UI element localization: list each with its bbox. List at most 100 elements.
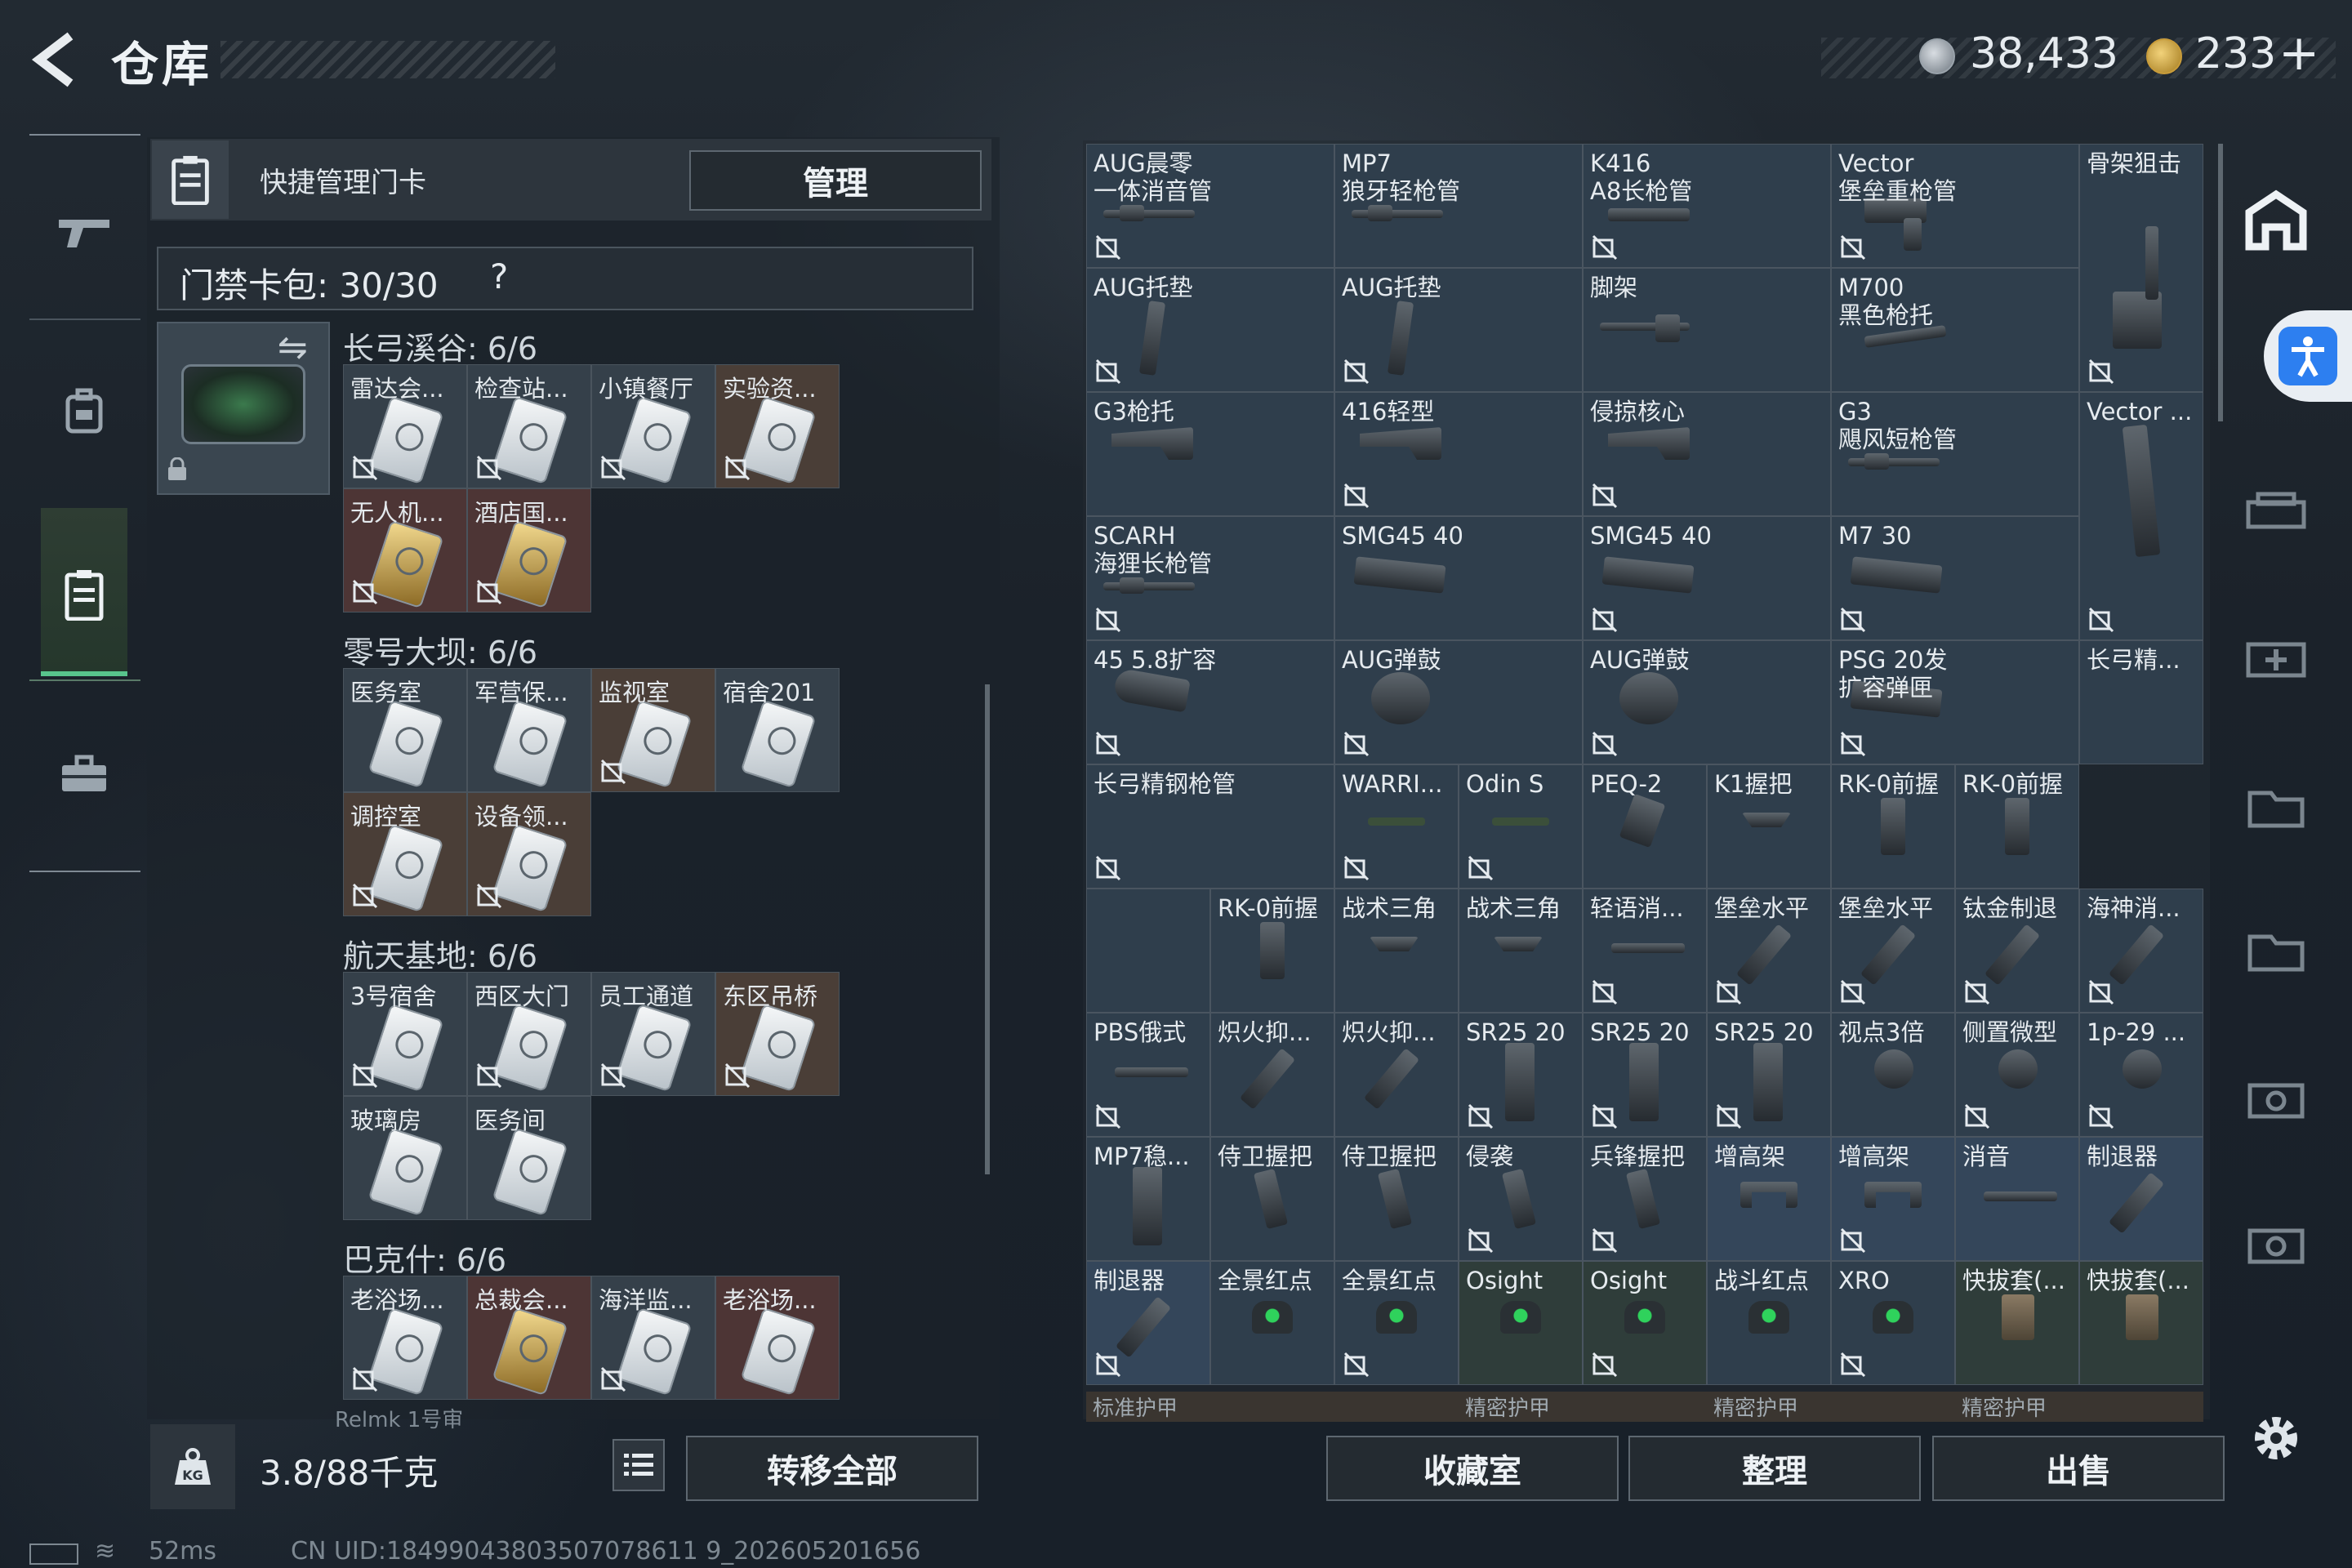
- item-slot[interactable]: 脚架: [1583, 268, 1831, 392]
- item-slot-partial[interactable]: [1831, 1392, 1955, 1422]
- item-slot[interactable]: 全景红点: [1334, 1261, 1459, 1385]
- item-slot[interactable]: 快拔套(...: [2079, 1261, 2203, 1385]
- item-slot[interactable]: XRO: [1831, 1261, 1955, 1385]
- keycard-slot[interactable]: 检查站...: [467, 364, 591, 488]
- warehouse-home-icon[interactable]: [2241, 185, 2311, 255]
- item-slot[interactable]: 长弓精...: [2079, 640, 2203, 764]
- item-slot[interactable]: PEQ-2: [1583, 764, 1707, 889]
- keycard-slot[interactable]: 无人机...: [343, 488, 467, 612]
- item-slot[interactable]: 战斗红点: [1707, 1261, 1831, 1385]
- item-slot[interactable]: PBS俄式: [1086, 1013, 1210, 1137]
- item-slot[interactable]: 制退器: [1086, 1261, 1210, 1385]
- item-slot[interactable]: M7 30: [1831, 516, 2079, 640]
- keycard-slot[interactable]: 东区吊桥: [715, 972, 840, 1096]
- item-slot[interactable]: AUG弹鼓: [1583, 640, 1831, 764]
- item-slot[interactable]: AUG弹鼓: [1334, 640, 1583, 764]
- left-scrollbar[interactable]: [985, 684, 990, 1174]
- nav-backpack[interactable]: [41, 369, 127, 451]
- item-slot[interactable]: SMG45 40: [1583, 516, 1831, 640]
- sell-button[interactable]: 出售: [1932, 1436, 2225, 1501]
- item-slot[interactable]: [1086, 889, 1210, 1013]
- help-icon[interactable]: ?: [490, 256, 508, 296]
- item-slot-partial[interactable]: [1583, 1392, 1707, 1422]
- item-slot[interactable]: 视点3倍: [1831, 1013, 1955, 1137]
- settings-gear-icon[interactable]: [2246, 1408, 2306, 1468]
- item-slot-partial[interactable]: 精密护甲: [1955, 1392, 2079, 1422]
- item-slot[interactable]: 战术三角: [1459, 889, 1583, 1013]
- keycard-slot[interactable]: 老浴场...: [343, 1276, 467, 1400]
- sort-button[interactable]: 整理: [1628, 1436, 1921, 1501]
- item-slot[interactable]: K1握把: [1707, 764, 1831, 889]
- keycard-slot[interactable]: 雷达会...: [343, 364, 467, 488]
- item-slot[interactable]: AUG晨零 一体消音管: [1086, 144, 1334, 268]
- nav-toolbox[interactable]: [41, 733, 127, 815]
- item-slot[interactable]: Vector ...: [2079, 392, 2203, 640]
- keycard-slot[interactable]: 员工通道: [591, 972, 715, 1096]
- keycard-slot[interactable]: 医务间: [467, 1096, 591, 1220]
- item-slot[interactable]: 制退器: [2079, 1137, 2203, 1261]
- item-slot-partial[interactable]: [1334, 1392, 1459, 1422]
- item-slot[interactable]: 海神消...: [2079, 889, 2203, 1013]
- keycard-slot[interactable]: 酒店国...: [467, 488, 591, 612]
- item-slot[interactable]: 侵袭: [1459, 1137, 1583, 1261]
- item-slot[interactable]: AUG托垫: [1086, 268, 1334, 392]
- item-slot-partial[interactable]: 精密护甲: [1459, 1392, 1583, 1422]
- list-view-button[interactable]: [612, 1439, 665, 1491]
- keycard-slot[interactable]: 实验资...: [715, 364, 840, 488]
- item-slot-partial[interactable]: 标准护甲: [1086, 1392, 1210, 1422]
- keycard-slot[interactable]: 医务室: [343, 668, 467, 792]
- keycard-slot[interactable]: 宿舍201: [715, 668, 840, 792]
- item-slot[interactable]: 堡垒水平: [1707, 889, 1831, 1013]
- keycard-slot[interactable]: 老浴场...: [715, 1276, 840, 1400]
- keycard-slot[interactable]: 小镇餐厅: [591, 364, 715, 488]
- keycard-slot[interactable]: 3号宿舍: [343, 972, 467, 1096]
- item-slot[interactable]: SR25 20: [1459, 1013, 1583, 1137]
- back-arrow-icon[interactable]: [28, 31, 85, 88]
- keycard-slot[interactable]: 西区大门: [467, 972, 591, 1096]
- item-slot[interactable]: 堡垒水平: [1831, 889, 1955, 1013]
- item-slot[interactable]: 炽火抑...: [1334, 1013, 1459, 1137]
- swap-icon[interactable]: ⇋: [278, 327, 308, 368]
- item-slot[interactable]: PSG 20发 扩容弹匣: [1831, 640, 2079, 764]
- item-slot[interactable]: Odin S: [1459, 764, 1583, 889]
- keycard-slot[interactable]: 军营保...: [467, 668, 591, 792]
- item-slot[interactable]: 增高架: [1831, 1137, 1955, 1261]
- item-slot[interactable]: 轻语消...: [1583, 889, 1707, 1013]
- item-slot[interactable]: SCARH 海狸长枪管: [1086, 516, 1334, 640]
- item-slot[interactable]: K416 A8长枪管: [1583, 144, 1831, 268]
- item-slot[interactable]: MP7稳...: [1086, 1137, 1210, 1261]
- item-slot[interactable]: G3枪托: [1086, 392, 1334, 516]
- item-slot[interactable]: RK-0前握: [1955, 764, 2079, 889]
- warehouse-scrollbar[interactable]: [2218, 144, 2223, 421]
- item-slot[interactable]: 快拔套(...: [1955, 1261, 2079, 1385]
- item-slot[interactable]: 消音: [1955, 1137, 2079, 1261]
- item-slot[interactable]: 骨架狙击: [2079, 144, 2203, 392]
- keycard-slot[interactable]: 监视室: [591, 668, 715, 792]
- item-slot[interactable]: WARRI...: [1334, 764, 1459, 889]
- item-slot[interactable]: 1p-29 ...: [2079, 1013, 2203, 1137]
- item-slot-partial[interactable]: [1210, 1392, 1334, 1422]
- item-slot[interactable]: G3 飓风短枪管: [1831, 392, 2079, 516]
- transfer-all-button[interactable]: 转移全部: [686, 1436, 978, 1501]
- camera-case-icon-2[interactable]: [2241, 1207, 2311, 1277]
- item-slot[interactable]: AUG托垫: [1334, 268, 1583, 392]
- nav-keycards[interactable]: [41, 554, 127, 635]
- item-slot[interactable]: 侍卫握把: [1334, 1137, 1459, 1261]
- keycard-slot[interactable]: 玻璃房: [343, 1096, 467, 1220]
- item-slot[interactable]: SR25 20: [1707, 1013, 1831, 1137]
- keycard-slot[interactable]: 总裁会...: [467, 1276, 591, 1400]
- item-slot[interactable]: Vector 堡垒重枪管: [1831, 144, 2079, 268]
- item-slot[interactable]: RK-0前握: [1831, 764, 1955, 889]
- keycard-slot[interactable]: 调控室: [343, 792, 467, 916]
- folder-case-icon[interactable]: [2241, 771, 2311, 841]
- medical-case-icon[interactable]: [2241, 621, 2311, 691]
- item-slot[interactable]: 长弓精钢枪管: [1086, 764, 1334, 889]
- item-slot[interactable]: 侍卫握把: [1210, 1137, 1334, 1261]
- item-slot-partial[interactable]: [2079, 1392, 2203, 1422]
- item-slot[interactable]: 侵掠核心: [1583, 392, 1831, 516]
- nav-weapons[interactable]: [41, 191, 127, 273]
- item-slot[interactable]: Osight: [1583, 1261, 1707, 1385]
- item-slot[interactable]: MP7 狼牙轻枪管: [1334, 144, 1583, 268]
- add-currency-button[interactable]: +: [2278, 24, 2319, 82]
- item-slot[interactable]: SR25 20: [1583, 1013, 1707, 1137]
